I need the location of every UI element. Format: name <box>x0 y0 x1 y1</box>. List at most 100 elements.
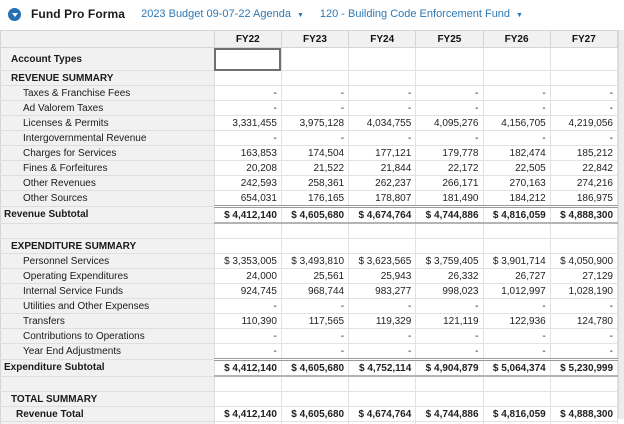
cell-fy24[interactable]: 983,277 <box>349 284 416 299</box>
cell-fy24[interactable]: 4,034,755 <box>349 116 416 131</box>
cell-fy25[interactable]: $ 4,744,886 <box>416 207 483 224</box>
cell-fy26[interactable] <box>483 223 550 239</box>
cell-fy27[interactable]: - <box>550 299 617 314</box>
column-header-fy22[interactable]: FY22 <box>214 31 281 48</box>
cell-fy26[interactable] <box>483 239 550 254</box>
cell-fy22[interactable]: - <box>214 101 281 116</box>
cell-fy22[interactable]: - <box>214 86 281 101</box>
cell-fy24[interactable]: 178,807 <box>349 191 416 207</box>
cell-fy23[interactable]: - <box>281 344 348 360</box>
cell-fy25[interactable]: - <box>416 101 483 116</box>
cell-fy26[interactable]: - <box>483 131 550 146</box>
cell-fy23[interactable]: - <box>281 131 348 146</box>
cell-fy22[interactable]: $ 4,412,140 <box>214 360 281 377</box>
cell-fy22[interactable]: - <box>214 131 281 146</box>
cell-fy27[interactable]: - <box>550 86 617 101</box>
cell-fy24[interactable]: 177,121 <box>349 146 416 161</box>
cell-fy22[interactable]: 110,390 <box>214 314 281 329</box>
cell-fy24[interactable]: 262,237 <box>349 176 416 191</box>
cell-fy27[interactable]: - <box>550 344 617 360</box>
cell-fy25[interactable]: $ 4,744,886 <box>416 407 483 422</box>
cell-fy23[interactable] <box>281 71 348 86</box>
cell-fy27[interactable]: 27,129 <box>550 269 617 284</box>
cell-fy23[interactable] <box>281 223 348 239</box>
cell-fy27[interactable] <box>550 71 617 86</box>
cell-fy27[interactable] <box>550 239 617 254</box>
cell-fy24[interactable]: 21,844 <box>349 161 416 176</box>
cell-fy24[interactable] <box>349 376 416 392</box>
cell-fy24[interactable]: $ 4,752,114 <box>349 360 416 377</box>
cell-fy23[interactable]: 25,561 <box>281 269 348 284</box>
cell-fy24[interactable]: - <box>349 86 416 101</box>
cell-fy27[interactable]: 22,842 <box>550 161 617 176</box>
cell-fy25[interactable]: 22,172 <box>416 161 483 176</box>
cell-fy26[interactable] <box>483 71 550 86</box>
cell-fy25[interactable]: 181,490 <box>416 191 483 207</box>
cell-fy22[interactable]: 924,745 <box>214 284 281 299</box>
cell-fy26[interactable]: 26,727 <box>483 269 550 284</box>
cell-fy23[interactable]: - <box>281 101 348 116</box>
cell-fy24[interactable] <box>349 223 416 239</box>
cell-fy25[interactable]: - <box>416 329 483 344</box>
cell-fy25[interactable]: 998,023 <box>416 284 483 299</box>
cell-fy27[interactable]: 186,975 <box>550 191 617 207</box>
cell-fy22[interactable] <box>214 392 281 407</box>
cell-fy27[interactable]: 274,216 <box>550 176 617 191</box>
cell-fy23[interactable]: $ 3,493,810 <box>281 254 348 269</box>
cell-fy22[interactable]: 163,853 <box>214 146 281 161</box>
cell-fy24[interactable] <box>349 239 416 254</box>
cell-fy25[interactable]: - <box>416 131 483 146</box>
cell-fy22[interactable]: - <box>214 299 281 314</box>
cell-fy27[interactable]: 4,219,056 <box>550 116 617 131</box>
cell-fy24[interactable]: $ 4,674,764 <box>349 407 416 422</box>
cell-fy24[interactable]: 119,329 <box>349 314 416 329</box>
cell-fy22[interactable]: 3,331,455 <box>214 116 281 131</box>
column-header-fy24[interactable]: FY24 <box>349 31 416 48</box>
cell-fy22[interactable] <box>214 71 281 86</box>
cell-fy25[interactable]: - <box>416 344 483 360</box>
cell-fy22[interactable] <box>214 223 281 239</box>
selected-cell[interactable] <box>214 48 281 71</box>
cell-fy25[interactable] <box>416 223 483 239</box>
cell-fy22[interactable]: $ 3,353,005 <box>214 254 281 269</box>
cell-fy26[interactable]: 22,505 <box>483 161 550 176</box>
cell-fy25[interactable]: 26,332 <box>416 269 483 284</box>
cell-fy23[interactable] <box>281 376 348 392</box>
column-header-fy26[interactable]: FY26 <box>483 31 550 48</box>
column-header-fy27[interactable]: FY27 <box>550 31 617 48</box>
cell-fy27[interactable]: 185,212 <box>550 146 617 161</box>
cell-fy23[interactable]: - <box>281 86 348 101</box>
cell-fy27[interactable]: - <box>550 101 617 116</box>
cell-fy26[interactable]: $ 5,064,374 <box>483 360 550 377</box>
cell-fy26[interactable] <box>483 376 550 392</box>
cell-fy25[interactable]: $ 4,904,879 <box>416 360 483 377</box>
cell-fy23[interactable]: - <box>281 329 348 344</box>
cell-fy25[interactable]: - <box>416 86 483 101</box>
cell-fy25[interactable]: 121,119 <box>416 314 483 329</box>
cell-fy27[interactable]: $ 4,888,300 <box>550 407 617 422</box>
cell-fy24[interactable]: $ 3,623,565 <box>349 254 416 269</box>
cell-fy22[interactable] <box>214 376 281 392</box>
cell-fy24[interactable]: 25,943 <box>349 269 416 284</box>
circle-chevron-down-icon[interactable] <box>8 8 21 21</box>
cell-fy26[interactable]: 122,936 <box>483 314 550 329</box>
cell-fy26[interactable]: 182,474 <box>483 146 550 161</box>
cell-fy24[interactable] <box>349 71 416 86</box>
cell-fy24[interactable]: - <box>349 299 416 314</box>
cell-fy25[interactable] <box>416 392 483 407</box>
cell-fy23[interactable]: - <box>281 299 348 314</box>
cell-fy22[interactable]: $ 4,412,140 <box>214 407 281 422</box>
cell-fy26[interactable]: 1,012,997 <box>483 284 550 299</box>
cell-fy25[interactable]: 266,171 <box>416 176 483 191</box>
cell-fy24[interactable]: - <box>349 101 416 116</box>
cell-fy23[interactable]: 968,744 <box>281 284 348 299</box>
cell-fy26[interactable]: - <box>483 344 550 360</box>
cell-fy23[interactable]: 117,565 <box>281 314 348 329</box>
cell-fy23[interactable]: $ 4,605,680 <box>281 207 348 224</box>
vertical-scrollbar[interactable] <box>618 30 624 419</box>
cell-fy22[interactable]: 24,000 <box>214 269 281 284</box>
cell-fy27[interactable]: - <box>550 131 617 146</box>
cell-fy22[interactable]: - <box>214 344 281 360</box>
cell-fy23[interactable] <box>281 48 348 71</box>
cell-fy24[interactable]: $ 4,674,764 <box>349 207 416 224</box>
